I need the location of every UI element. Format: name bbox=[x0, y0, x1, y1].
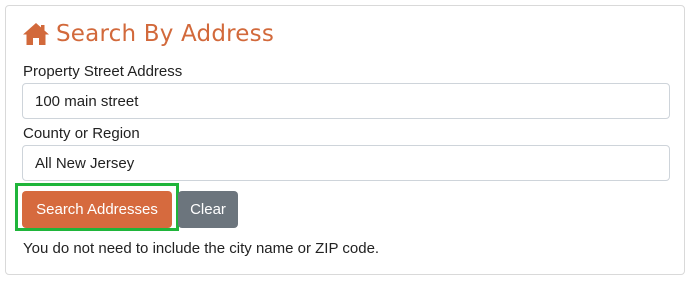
card-header: Search By Address bbox=[22, 21, 274, 47]
county-label: County or Region bbox=[23, 125, 140, 142]
search-by-address-card: Search By Address Property Street Addres… bbox=[5, 5, 685, 275]
home-icon bbox=[23, 23, 49, 45]
county-region-input[interactable] bbox=[22, 145, 670, 181]
clear-button[interactable]: Clear bbox=[178, 191, 238, 228]
search-addresses-button[interactable]: Search Addresses bbox=[22, 191, 172, 228]
address-label: Property Street Address bbox=[23, 63, 183, 80]
street-address-input[interactable] bbox=[22, 83, 670, 119]
page-title: Search By Address bbox=[56, 21, 275, 47]
help-text: You do not need to include the city name… bbox=[23, 240, 380, 257]
